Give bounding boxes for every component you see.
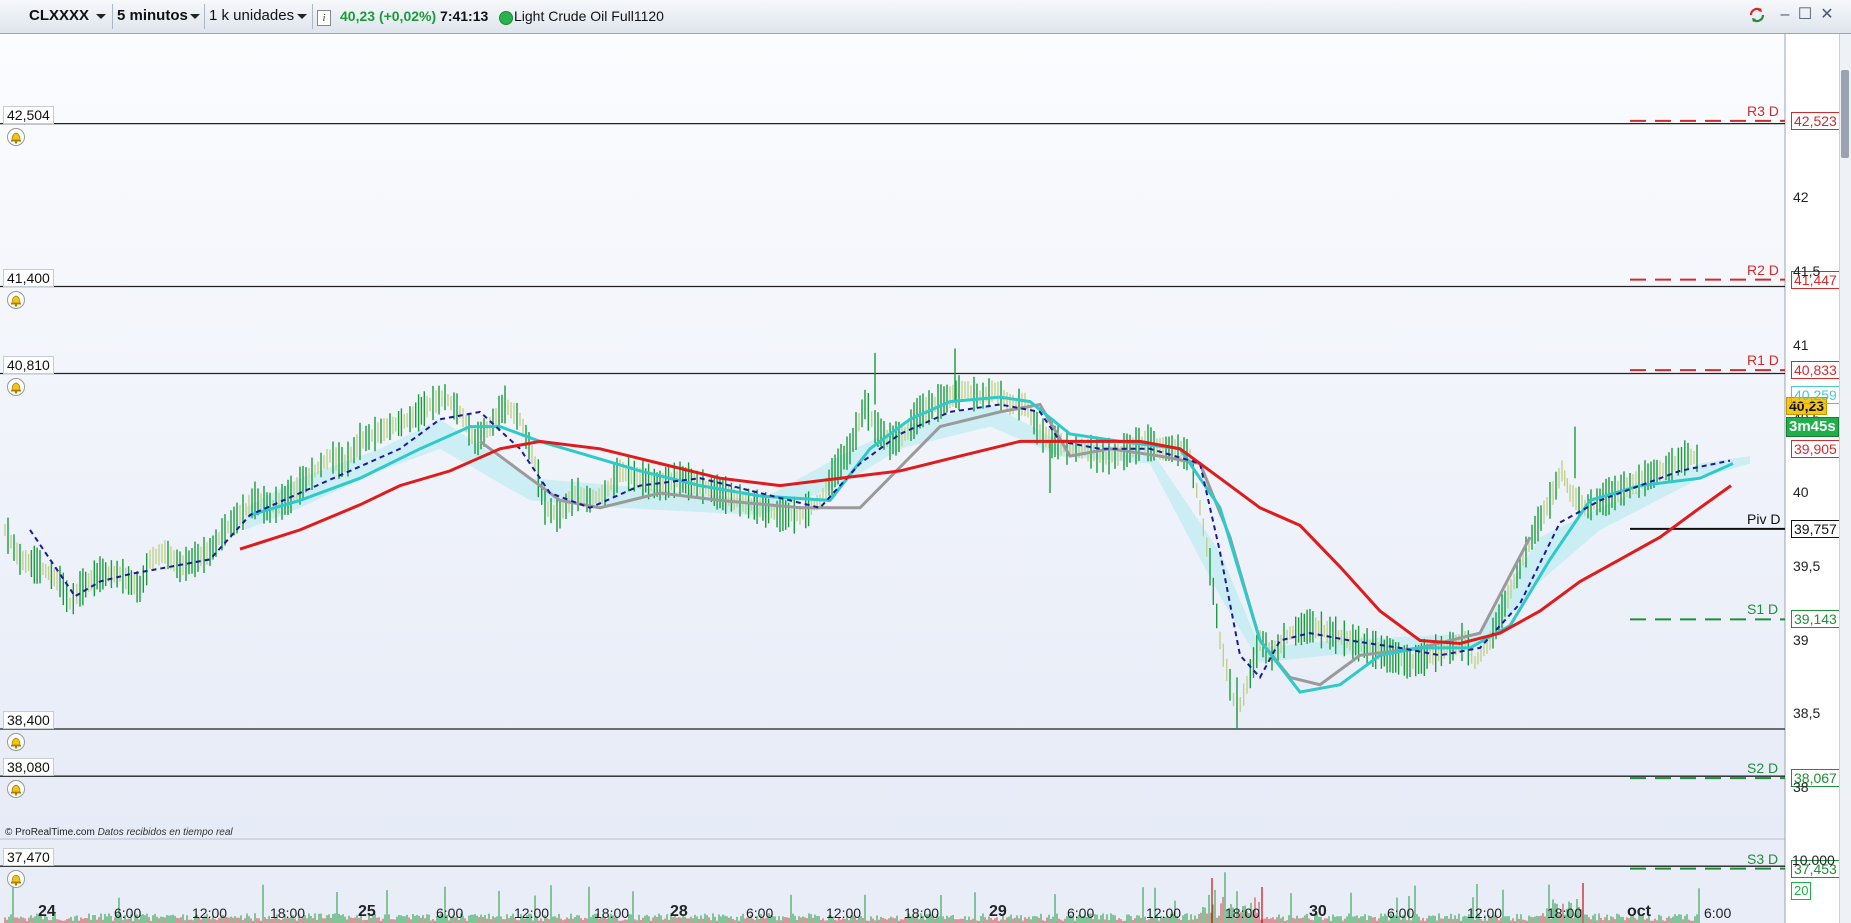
time-axis-label: oct bbox=[1627, 903, 1651, 920]
alert-line-label: 40,810 bbox=[3, 355, 54, 374]
alert-line-label: 41,400 bbox=[3, 268, 54, 287]
pivot-label: R3 D bbox=[1747, 102, 1779, 119]
pivot-label: R2 D bbox=[1747, 261, 1779, 278]
bell-icon[interactable] bbox=[7, 733, 25, 751]
chevron-down-icon[interactable] bbox=[190, 14, 200, 19]
bell-icon[interactable] bbox=[7, 290, 25, 309]
price-axis-tick: 41,5 bbox=[1793, 262, 1821, 279]
alert-line-label: 38,400 bbox=[3, 711, 54, 729]
time-axis-label: 12:00 bbox=[1146, 905, 1182, 921]
time-axis-label: 18:00 bbox=[594, 905, 630, 921]
time-axis-label: 30 bbox=[1309, 903, 1327, 920]
price-axis-tick: 40 bbox=[1793, 484, 1809, 500]
pivot-label: S3 D bbox=[1747, 850, 1779, 867]
pivot-label: Piv D bbox=[1747, 510, 1781, 527]
pivot-price-tag: 39,143 bbox=[1791, 610, 1840, 629]
time-axis-label: 24 bbox=[38, 903, 56, 920]
sync-icon[interactable] bbox=[1748, 6, 1766, 24]
time-axis-label: 25 bbox=[358, 903, 376, 920]
time-axis-label: 6:00 bbox=[1387, 905, 1415, 921]
pivot-label: R1 D bbox=[1747, 352, 1779, 369]
minimize-icon[interactable]: – bbox=[1776, 6, 1794, 24]
price-axis-tick: 42 bbox=[1793, 189, 1809, 205]
close-icon[interactable]: ✕ bbox=[1818, 6, 1836, 24]
time-axis-label: 28 bbox=[670, 903, 688, 920]
volume-tick-10000: 10.000 bbox=[1792, 852, 1835, 868]
time-axis-label: 18:00 bbox=[1225, 905, 1261, 921]
price-tag-40259: 40,259 bbox=[1791, 386, 1840, 404]
price-axis-tick: 38,5 bbox=[1793, 705, 1821, 722]
units-label: 1 k unidades bbox=[209, 7, 295, 24]
price-axis-tick: 41 bbox=[1793, 336, 1809, 353]
time-axis-label: 6:00 bbox=[1067, 905, 1095, 921]
time-axis-label: 6:00 bbox=[436, 905, 464, 921]
price-axis-tick: 39,5 bbox=[1793, 557, 1821, 574]
chevron-down-icon[interactable] bbox=[96, 14, 106, 19]
time-axis-label: 18:00 bbox=[270, 905, 306, 921]
countdown-tag: 3m45s bbox=[1786, 417, 1839, 437]
time-axis-label: 12:00 bbox=[1467, 905, 1503, 921]
restore-icon[interactable]: ☐ bbox=[1796, 6, 1814, 24]
price-chart[interactable] bbox=[0, 34, 1851, 923]
time-axis-label: 18:00 bbox=[904, 905, 940, 921]
vertical-scrollbar[interactable] bbox=[1839, 34, 1851, 923]
separator bbox=[312, 4, 313, 29]
chevron-down-icon[interactable] bbox=[297, 14, 307, 19]
last-price: 40,23 bbox=[340, 8, 376, 24]
price-axis-tick: 39 bbox=[1793, 631, 1809, 648]
time-axis-label: 6:00 bbox=[746, 905, 774, 921]
price-axis-tick: 38 bbox=[1793, 779, 1809, 795]
pivot-price-tag: 42,523 bbox=[1791, 111, 1840, 130]
units-selector[interactable]: 1 k unidades bbox=[203, 5, 311, 27]
time-axis-label: 18:00 bbox=[1547, 905, 1583, 921]
quote-time: 7:41:13 bbox=[440, 8, 489, 24]
alert-line-label: 42,504 bbox=[3, 105, 54, 124]
instrument-name: Light Crude Oil Full1120 bbox=[508, 5, 768, 27]
pivot-price-tag: 39,757 bbox=[1791, 519, 1840, 538]
pivot-label: S2 D bbox=[1747, 760, 1779, 777]
price-tag-39905: 39,905 bbox=[1791, 440, 1840, 458]
volume-area bbox=[0, 839, 1785, 923]
alert-line-label: 38,080 bbox=[3, 758, 54, 777]
time-axis-label: 12:00 bbox=[826, 905, 862, 921]
time-axis-label: 6:00 bbox=[1704, 905, 1732, 921]
chart-toolbar: CLXXXX 5 minutos 1 k unidades i 40,23 (+… bbox=[0, 0, 1851, 34]
scrollbar-thumb[interactable] bbox=[1841, 70, 1849, 158]
bell-icon[interactable] bbox=[7, 780, 25, 799]
time-axis-label: 12:00 bbox=[514, 905, 550, 921]
bell-icon[interactable] bbox=[7, 870, 25, 889]
symbol-label: CLXXXX bbox=[29, 7, 90, 24]
info-icon[interactable]: i bbox=[317, 10, 331, 26]
copyright-note: © ProRealTime.com Datos recibidos en tie… bbox=[5, 827, 233, 838]
bell-icon[interactable] bbox=[7, 377, 25, 396]
timeframe-label: 5 minutos bbox=[117, 7, 188, 24]
bell-icon[interactable] bbox=[7, 127, 25, 146]
pivot-label: S1 D bbox=[1747, 601, 1779, 618]
price-change: (+0,02%) bbox=[378, 8, 437, 24]
copyright-label: © ProRealTime.com bbox=[5, 827, 95, 838]
pivot-price-tag: 40,833 bbox=[1791, 361, 1840, 380]
realtime-status: Datos recibidos en tiempo real bbox=[97, 827, 233, 838]
time-axis-label: 29 bbox=[989, 903, 1007, 920]
volume-tag: 20 bbox=[1791, 882, 1812, 900]
time-axis-label: 6:00 bbox=[114, 905, 142, 921]
instrument-name-label: Light Crude Oil Full1120 bbox=[514, 8, 664, 24]
alert-line-label: 37,470 bbox=[3, 848, 54, 867]
time-axis-label: 12:00 bbox=[192, 905, 228, 921]
